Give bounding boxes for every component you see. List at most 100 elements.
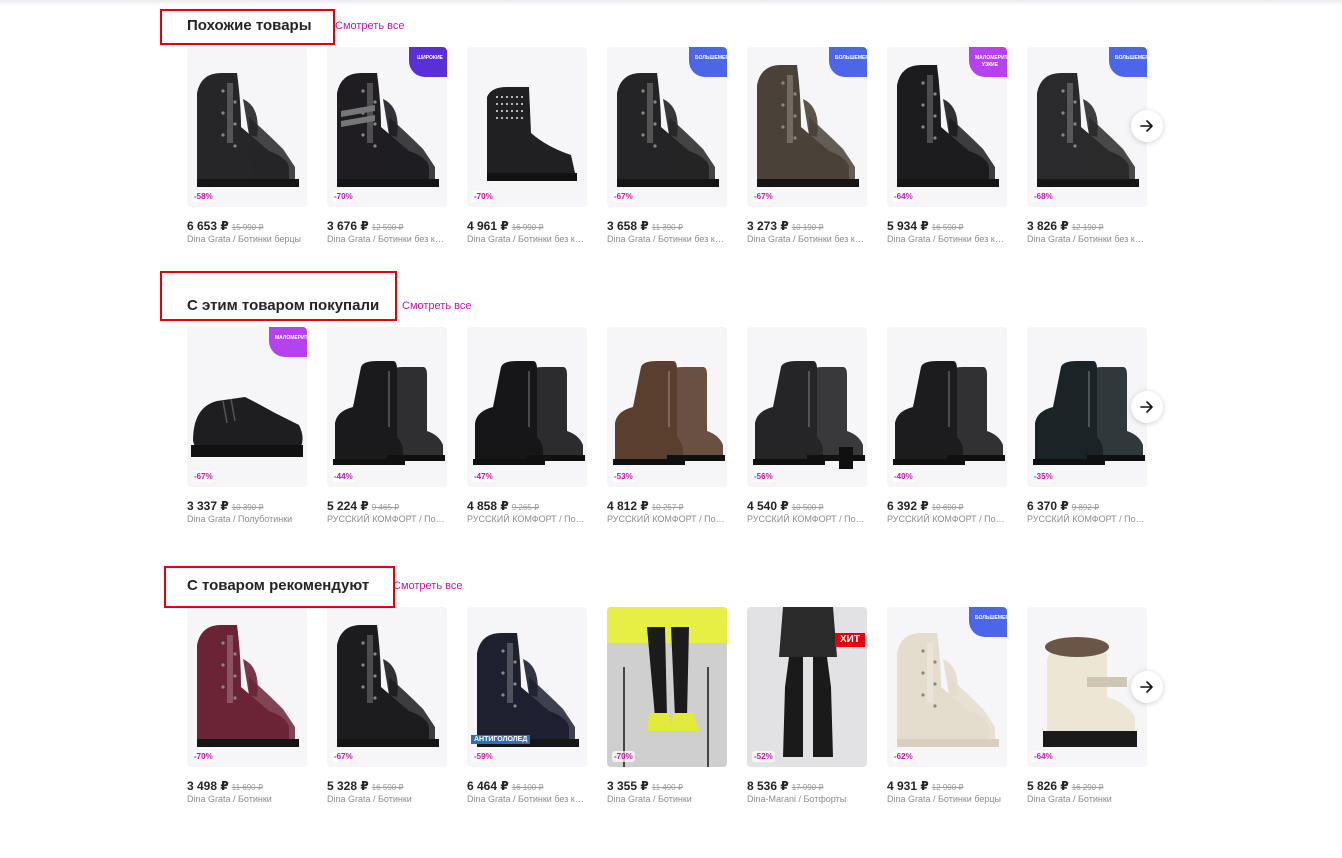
product-image[interactable]: ШИРОКИЕ -70%: [327, 47, 447, 207]
current-price: 4 812 ₽: [607, 499, 649, 513]
price-row: 5 328 ₽16 590 ₽: [327, 777, 404, 795]
product-name[interactable]: Dina Grata / Ботинки без каблука: [887, 234, 1007, 244]
product-image[interactable]: -64%: [1027, 607, 1147, 767]
current-price: 3 498 ₽: [187, 779, 229, 793]
product-name[interactable]: Dina Grata / Полуботинки: [187, 514, 307, 524]
discount-label: -40%: [892, 471, 915, 482]
product-card[interactable]: ХИТ -52% 8 536 ₽17 990 ₽ Dina-Marani / Б…: [747, 607, 867, 807]
product-name[interactable]: РУССКИЙ КОМФОРТ / Полусапоги: [747, 514, 867, 524]
price-row: 5 934 ₽16 590 ₽: [887, 217, 964, 235]
see-all-link[interactable]: Смотреть все: [393, 580, 462, 592]
highlight-box: [160, 9, 335, 45]
product-card[interactable]: -70% 4 961 ₽16 990 ₽ Dina Grata / Ботинк…: [467, 47, 587, 247]
product-image[interactable]: -44%: [327, 327, 447, 487]
product-name[interactable]: РУССКИЙ КОМФОРТ / Полусапоги: [887, 514, 1007, 524]
price-row: 3 355 ₽11 490 ₽: [607, 777, 683, 795]
product-card[interactable]: БОЛЬШЕМЕРИТ -67% 3 658 ₽11 390 ₽ Dina Gr…: [607, 47, 727, 247]
discount-label: -53%: [612, 471, 635, 482]
arrow-right-icon: [1140, 681, 1153, 693]
product-image[interactable]: МАЛОМЕРИТ -67%: [187, 327, 307, 487]
product-name[interactable]: РУССКИЙ КОМФОРТ / Полусапоги: [607, 514, 727, 524]
see-all-link[interactable]: Смотреть все: [335, 20, 404, 32]
product-image[interactable]: -47%: [467, 327, 587, 487]
product-name[interactable]: РУССКИЙ КОМФОРТ / Полусапоги: [1027, 514, 1147, 524]
product-image[interactable]: -70%: [187, 607, 307, 767]
product-badge: МАЛОМЕРИТ: [269, 327, 307, 357]
product-image[interactable]: -35%: [1027, 327, 1147, 487]
product-card[interactable]: -67% 5 328 ₽16 590 ₽ Dina Grata / Ботинк…: [327, 607, 447, 807]
product-image[interactable]: ХИТ -52%: [747, 607, 867, 767]
product-card[interactable]: ШИРОКИЕ -70% 3 676 ₽12 590 ₽ Dina Grata …: [327, 47, 447, 247]
product-image[interactable]: БОЛЬШЕМЕРИТ -62%: [887, 607, 1007, 767]
product-name[interactable]: Dina Grata / Ботинки берцы: [187, 234, 307, 244]
carousel-next-button[interactable]: [1131, 671, 1163, 703]
product-image[interactable]: АНТИГОЛОЛЕД -59%: [467, 607, 587, 767]
product-image[interactable]: -56%: [747, 327, 867, 487]
product-card[interactable]: БОЛЬШЕМЕРИТ -68% 3 826 ₽12 190 ₽ Dina Gr…: [1027, 47, 1147, 247]
product-name[interactable]: Dina Grata / Ботинки без каблука: [467, 234, 587, 244]
product-card[interactable]: -40% 6 392 ₽10 690 ₽ РУССКИЙ КОМФОРТ / П…: [887, 327, 1007, 527]
current-price: 4 540 ₽: [747, 499, 789, 513]
product-name[interactable]: РУССКИЙ КОМФОРТ / Полусапоги: [327, 514, 447, 524]
product-name[interactable]: Dina Grata / Ботинки без каблука: [327, 234, 447, 244]
product-name[interactable]: РУССКИЙ КОМФОРТ / Полусапоги: [467, 514, 587, 524]
discount-label: -35%: [1032, 471, 1055, 482]
product-name[interactable]: Dina Grata / Ботинки без каблука: [747, 234, 867, 244]
product-name[interactable]: Dina-Marani / Ботфорты: [747, 794, 867, 804]
product-card[interactable]: -56% 4 540 ₽10 500 ₽ РУССКИЙ КОМФОРТ / П…: [747, 327, 867, 527]
product-card[interactable]: МАЛОМЕРИТ УЗКИЕ -64% 5 934 ₽16 590 ₽ Din…: [887, 47, 1007, 247]
product-image[interactable]: -58%: [187, 47, 307, 207]
product-card[interactable]: АНТИГОЛОЛЕД -59% 6 464 ₽16 100 ₽ Dina Gr…: [467, 607, 587, 807]
shoe-image-svg: [473, 361, 585, 465]
discount-label: -59%: [472, 751, 495, 762]
product-card[interactable]: БОЛЬШЕМЕРИТ -62% 4 931 ₽12 990 ₽ Dina Gr…: [887, 607, 1007, 807]
product-image[interactable]: БОЛЬШЕМЕРИТ -68%: [1027, 47, 1147, 207]
product-card[interactable]: -64% 5 826 ₽16 290 ₽ Dina Grata / Ботинк…: [1027, 607, 1147, 807]
product-image[interactable]: БОЛЬШЕМЕРИТ -67%: [747, 47, 867, 207]
product-badge: БОЛЬШЕМЕРИТ: [689, 47, 727, 77]
product-card[interactable]: -47% 4 858 ₽9 265 ₽ РУССКИЙ КОМФОРТ / По…: [467, 327, 587, 527]
product-badge: МАЛОМЕРИТ УЗКИЕ: [969, 47, 1007, 77]
current-price: 3 658 ₽: [607, 219, 649, 233]
shoe-image-svg: [333, 361, 445, 465]
carousel-next-button[interactable]: [1131, 391, 1163, 423]
product-image[interactable]: МАЛОМЕРИТ УЗКИЕ -64%: [887, 47, 1007, 207]
product-card[interactable]: -44% 5 224 ₽9 465 ₽ РУССКИЙ КОМФОРТ / По…: [327, 327, 447, 527]
product-name[interactable]: Dina Grata / Ботинки: [1027, 794, 1147, 804]
product-name[interactable]: Dina Grata / Ботинки: [187, 794, 307, 804]
price-row: 3 826 ₽12 190 ₽: [1027, 217, 1104, 235]
current-price: 5 934 ₽: [887, 219, 929, 233]
see-all-link[interactable]: Смотреть все: [402, 300, 471, 312]
product-image[interactable]: -40%: [887, 327, 1007, 487]
product-name[interactable]: Dina Grata / Ботинки без каблука: [607, 234, 727, 244]
carousel-next-button[interactable]: [1131, 110, 1163, 142]
discount-label: -47%: [472, 471, 495, 482]
product-card[interactable]: МАЛОМЕРИТ -67% 3 337 ₽10 390 ₽ Dina Grat…: [187, 327, 307, 527]
shoe-image-svg: [893, 361, 1005, 465]
price-row: 3 337 ₽10 390 ₽: [187, 497, 264, 515]
product-card[interactable]: -35% 6 370 ₽9 892 ₽ РУССКИЙ КОМФОРТ / По…: [1027, 327, 1147, 527]
arrow-right-icon: [1140, 401, 1153, 413]
product-name[interactable]: Dina Grata / Ботинки без каблука: [467, 794, 587, 804]
highlight-box: [160, 271, 397, 321]
product-name[interactable]: Dina Grata / Ботинки без каблука: [1027, 234, 1147, 244]
product-name[interactable]: Dina Grata / Ботинки: [607, 794, 727, 804]
product-name[interactable]: Dina Grata / Ботинки: [327, 794, 447, 804]
product-image[interactable]: -70%: [467, 47, 587, 207]
shoe-image-svg: [607, 607, 727, 767]
product-image[interactable]: -53%: [607, 327, 727, 487]
product-image[interactable]: БОЛЬШЕМЕРИТ -67%: [607, 47, 727, 207]
product-image[interactable]: -67%: [327, 607, 447, 767]
product-card[interactable]: -70% 3 355 ₽11 490 ₽ Dina Grata / Ботинк…: [607, 607, 727, 807]
arrow-right-icon: [1140, 120, 1153, 132]
product-card[interactable]: -53% 4 812 ₽10 257 ₽ РУССКИЙ КОМФОРТ / П…: [607, 327, 727, 527]
product-card[interactable]: БОЛЬШЕМЕРИТ -67% 3 273 ₽10 190 ₽ Dina Gr…: [747, 47, 867, 247]
product-image[interactable]: -70%: [607, 607, 727, 767]
product-name[interactable]: Dina Grata / Ботинки берцы: [887, 794, 1007, 804]
price-row: 4 931 ₽12 990 ₽: [887, 777, 964, 795]
old-price: 10 190 ₽: [791, 223, 824, 232]
recommendation-section: С товаром рекомендуют Смотреть все -70% 3…: [0, 577, 1342, 837]
recommendation-section: С этим товаром покупали Смотреть все МАЛО…: [0, 297, 1342, 557]
product-card[interactable]: -58% 6 653 ₽15 990 ₽ Dina Grata / Ботинк…: [187, 47, 307, 247]
product-card[interactable]: -70% 3 498 ₽11 690 ₽ Dina Grata / Ботинк…: [187, 607, 307, 807]
